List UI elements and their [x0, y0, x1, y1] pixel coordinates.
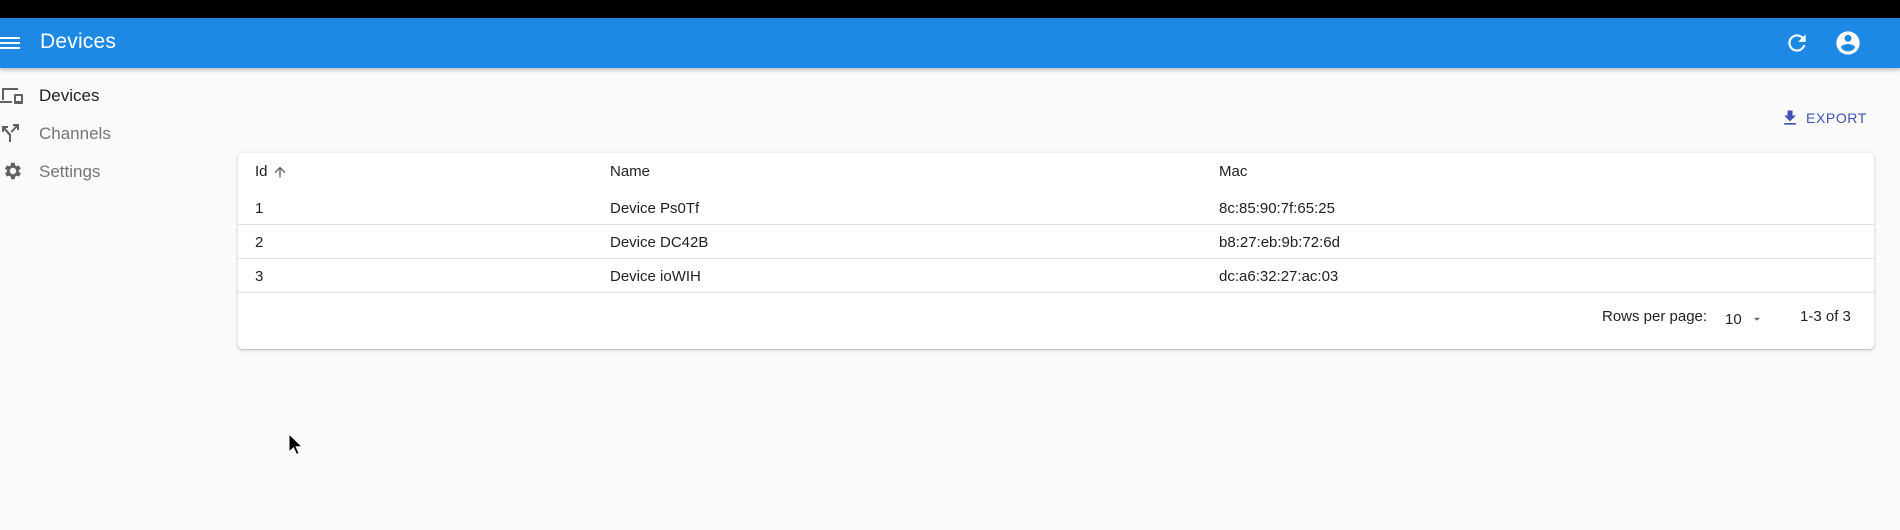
column-header-mac[interactable]: Mac: [1219, 163, 1247, 180]
sidebar-item-label: Channels: [39, 124, 111, 143]
chevron-down-icon: [1753, 317, 1760, 321]
devices-table: Id Name Mac 1 Device Ps0Tf 8c:85:90:7f:6…: [238, 153, 1874, 349]
sidebar-item-settings[interactable]: Settings: [0, 156, 200, 186]
sidebar-item-label: Devices: [39, 86, 100, 105]
fork-icon: [2, 124, 19, 142]
sidebar-item-label: Settings: [39, 162, 101, 181]
export-button[interactable]: EXPORT: [1780, 104, 1880, 132]
export-label: EXPORT: [1806, 110, 1867, 126]
cell-mac: 8c:85:90:7f:65:25: [1219, 200, 1335, 217]
cell-id: 1: [255, 200, 264, 217]
rows-per-page-label: Rows per page:: [1602, 308, 1708, 325]
table-row[interactable]: 1 Device Ps0Tf 8c:85:90:7f:65:25: [238, 191, 1874, 225]
menu-icon: [0, 37, 20, 49]
cell-mac: dc:a6:32:27:ac:03: [1219, 268, 1339, 285]
column-header-name[interactable]: Name: [610, 163, 650, 180]
table-pagination: Rows per page: 10 1-3 of 3: [238, 308, 1874, 338]
rows-per-page-value: 10: [1725, 310, 1742, 328]
pagination-range: 1-3 of 3: [1800, 308, 1851, 325]
sidebar-item-channels[interactable]: Channels: [0, 118, 200, 148]
column-header-id[interactable]: Id: [255, 163, 288, 180]
cell-name: Device Ps0Tf: [610, 200, 700, 217]
column-header-label: Mac: [1219, 163, 1248, 180]
top-black-strip: [0, 0, 1900, 18]
rows-per-page-select[interactable]: 10: [1725, 308, 1771, 330]
menu-button[interactable]: [0, 32, 22, 54]
account-circle-icon: [1836, 31, 1860, 55]
column-header-label: Name: [610, 163, 651, 180]
account-button[interactable]: [1834, 29, 1862, 57]
page-title: Devices: [40, 30, 117, 53]
arrow-up-icon: [274, 166, 285, 177]
refresh-icon: [1788, 34, 1806, 52]
cell-name: Device DC42B: [610, 234, 709, 251]
mouse-cursor-icon: [288, 433, 304, 456]
app-bar: Devices: [0, 18, 1900, 68]
download-icon: [1784, 110, 1796, 125]
cell-id: 2: [255, 234, 264, 251]
devices-icon: [0, 88, 23, 104]
column-header-label: Id: [255, 163, 268, 180]
cell-id: 3: [255, 268, 264, 285]
refresh-button[interactable]: [1784, 30, 1810, 56]
cell-mac: b8:27:eb:9b:72:6d: [1219, 234, 1340, 251]
cell-name: Device ioWIH: [610, 268, 701, 285]
table-row[interactable]: 2 Device DC42B b8:27:eb:9b:72:6d: [238, 225, 1874, 259]
gear-icon: [5, 162, 21, 180]
sidebar-item-devices[interactable]: Devices: [0, 80, 200, 110]
table-row[interactable]: 3 Device ioWIH dc:a6:32:27:ac:03: [238, 259, 1874, 293]
